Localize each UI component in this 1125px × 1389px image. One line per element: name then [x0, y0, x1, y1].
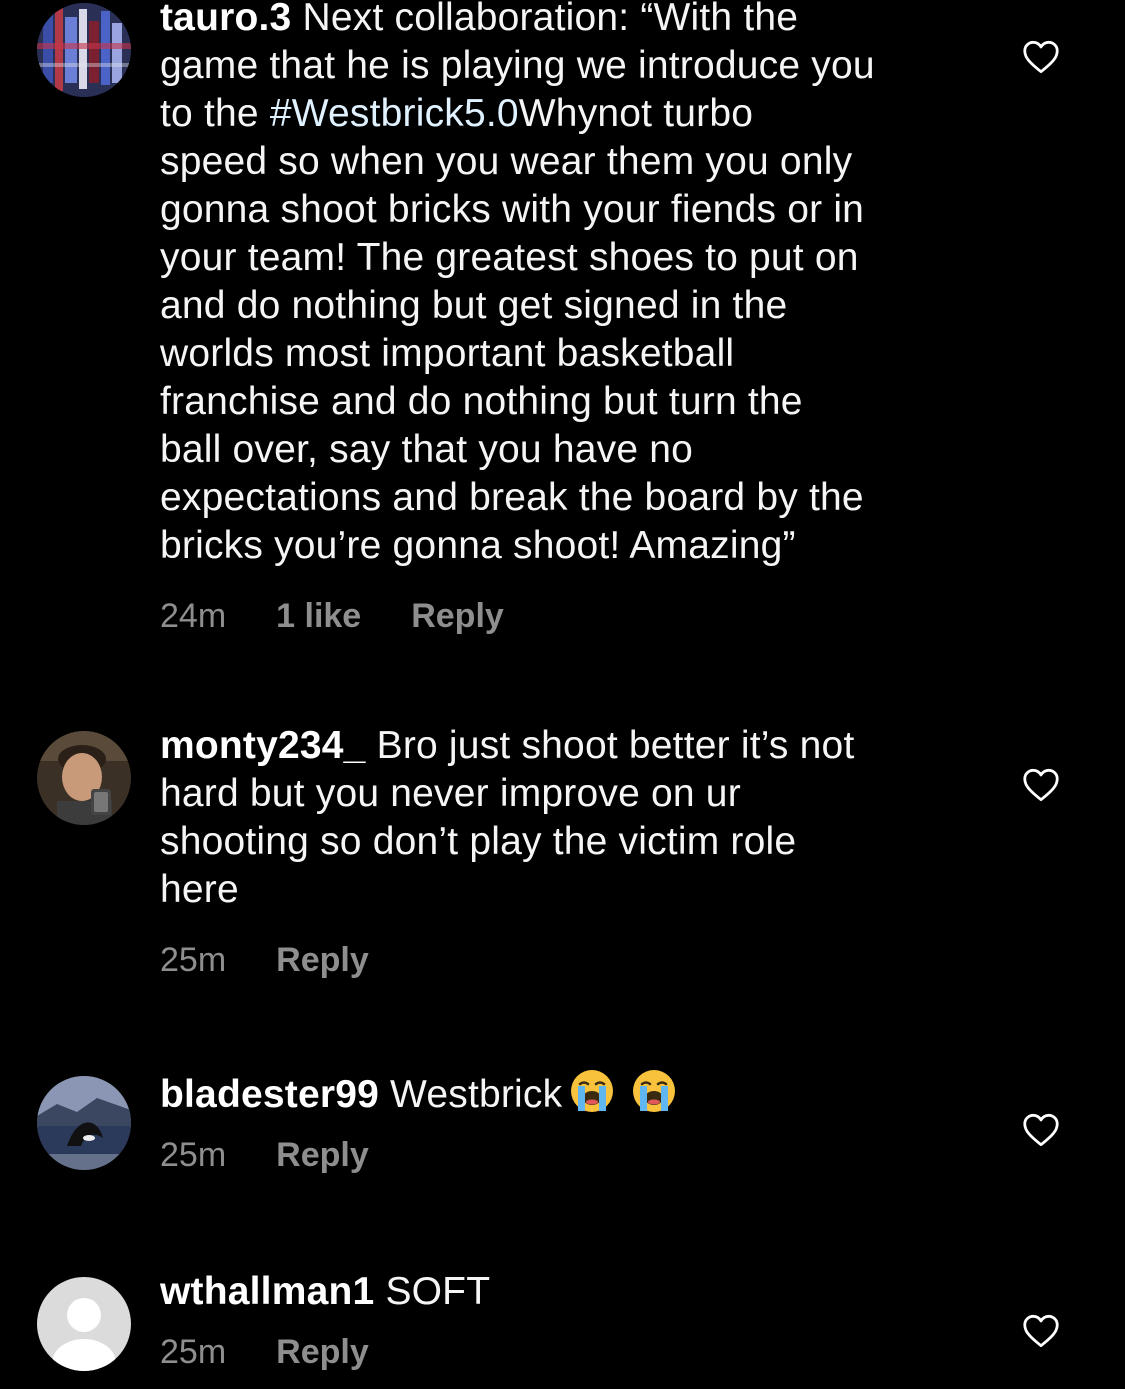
avatar[interactable]: [37, 1076, 131, 1170]
comment-meta: 25m Reply: [160, 1135, 960, 1175]
comment-username[interactable]: bladester99: [160, 1073, 379, 1116]
heart-outline-icon[interactable]: [1022, 1314, 1060, 1348]
reply-button[interactable]: Reply: [276, 1332, 369, 1372]
comment-username[interactable]: monty234_: [160, 724, 366, 767]
comment-meta: 25m Reply: [160, 940, 960, 980]
comment-username[interactable]: wthallman1: [160, 1270, 374, 1313]
avatar[interactable]: [37, 731, 131, 825]
comment-meta: 24m 1 like Reply: [160, 596, 960, 636]
comment-timestamp: 25m: [160, 1136, 227, 1174]
reply-button[interactable]: Reply: [276, 940, 369, 980]
comment-text: monty234_ Bro just shoot better it’s not…: [160, 722, 960, 914]
likes-count-link[interactable]: 1 like: [276, 596, 361, 636]
heart-outline-icon[interactable]: [1022, 768, 1060, 802]
comment-text: wthallman1 SOFT: [160, 1268, 960, 1316]
comment-timestamp: 24m: [160, 597, 227, 635]
comment-text: tauro.3 Next collaboration: “With the ga…: [160, 0, 960, 570]
loudly-crying-face-icon: [633, 1070, 676, 1112]
comment-username[interactable]: tauro.3: [160, 0, 291, 39]
comment-meta: 25m Reply: [160, 1332, 960, 1372]
comment-text-part: Westbrick: [390, 1073, 563, 1116]
comment-text-part: Whynot turbo speed so when you wear them…: [160, 92, 865, 567]
loudly-crying-face-icon: [571, 1070, 614, 1112]
hashtag-link[interactable]: #Westbrick5.0: [270, 92, 519, 135]
heart-outline-icon[interactable]: [1022, 1113, 1060, 1147]
heart-outline-icon[interactable]: [1022, 40, 1060, 74]
comment-timestamp: 25m: [160, 941, 227, 979]
reply-button[interactable]: Reply: [276, 1135, 369, 1175]
comment-text-part: SOFT: [385, 1270, 491, 1313]
reply-button[interactable]: Reply: [411, 596, 504, 636]
avatar[interactable]: [37, 3, 131, 97]
comment-text: bladester99 Westbrick: [160, 1067, 960, 1119]
comment-timestamp: 25m: [160, 1333, 227, 1371]
default-avatar-icon[interactable]: [37, 1277, 131, 1371]
